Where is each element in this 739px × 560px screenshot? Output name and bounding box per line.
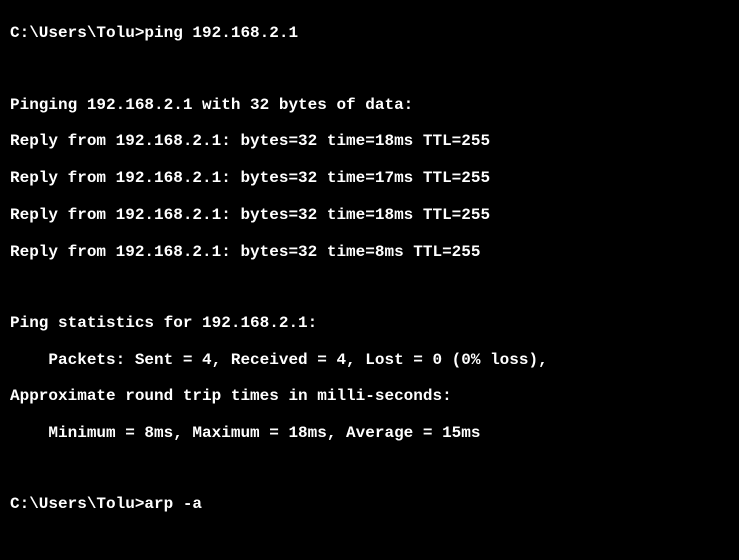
prompt-prefix: C:\Users\Tolu> [10,24,144,42]
ping-header: Pinging 192.168.2.1 with 32 bytes of dat… [10,96,729,114]
ping-stats-rtt: Minimum = 8ms, Maximum = 18ms, Average =… [10,424,729,442]
command-ping: ping 192.168.2.1 [144,24,298,42]
ping-reply: Reply from 192.168.2.1: bytes=32 time=18… [10,206,729,224]
ping-reply: Reply from 192.168.2.1: bytes=32 time=8m… [10,243,729,261]
ping-stats-rtt-header: Approximate round trip times in milli-se… [10,387,729,405]
command-arp: arp -a [144,495,202,513]
ping-reply: Reply from 192.168.2.1: bytes=32 time=18… [10,132,729,150]
terminal-output: C:\Users\Tolu>ping 192.168.2.1 Pinging 1… [0,0,739,560]
ping-reply: Reply from 192.168.2.1: bytes=32 time=17… [10,169,729,187]
prompt-line: C:\Users\Tolu>ping 192.168.2.1 [10,24,729,42]
prompt-line: C:\Users\Tolu>arp -a [10,495,729,513]
ping-stats-packets: Packets: Sent = 4, Received = 4, Lost = … [10,351,729,369]
prompt-prefix: C:\Users\Tolu> [10,495,144,513]
ping-stats-header: Ping statistics for 192.168.2.1: [10,314,729,332]
